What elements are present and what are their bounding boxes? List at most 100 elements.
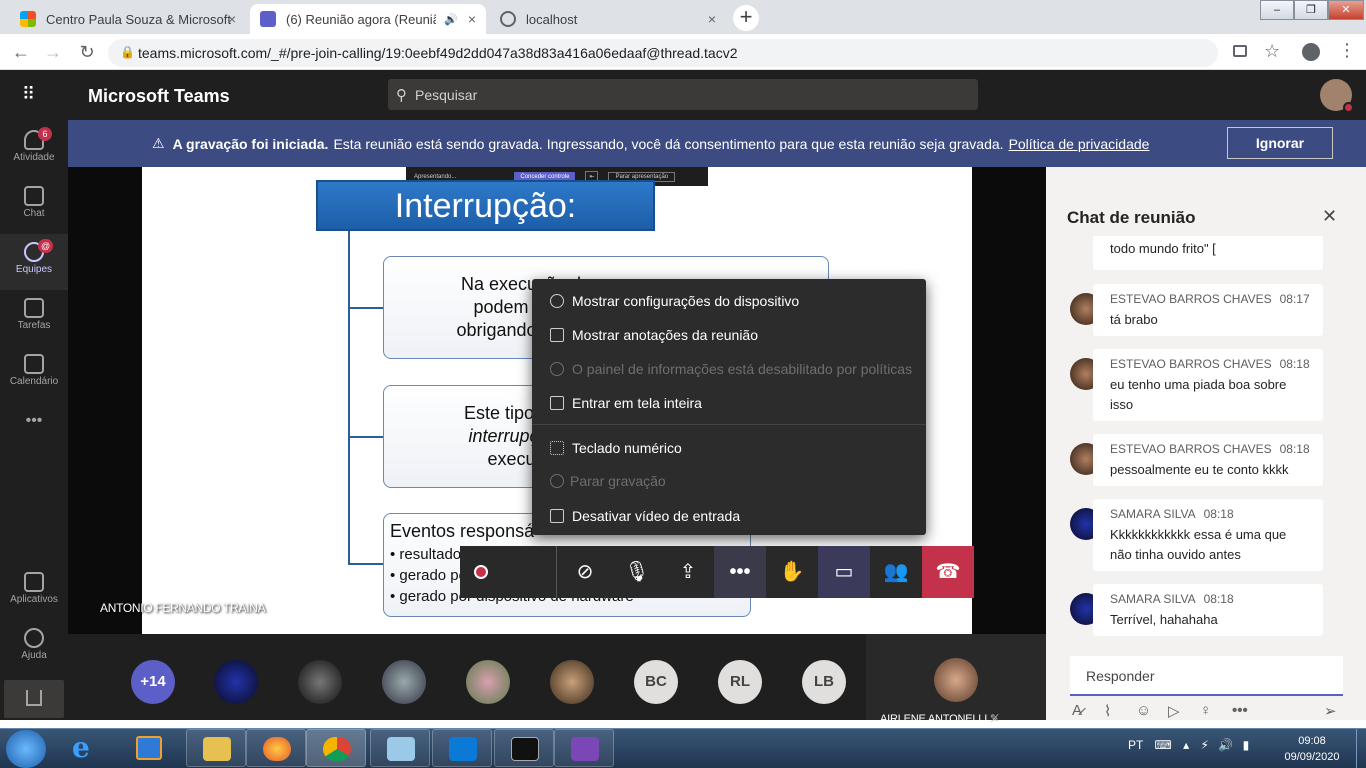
- rail-item-equipes[interactable]: @ Equipes: [0, 234, 68, 290]
- bookmark-star-icon[interactable]: ☆: [1264, 41, 1280, 62]
- menu-item-dial-pad[interactable]: Teclado numérico: [532, 435, 926, 461]
- taskbar-explorer[interactable]: [186, 729, 246, 767]
- browser-tab-reuniao[interactable]: (6) Reunião agora (Reunião) 🔊 ×: [250, 4, 486, 34]
- praise-icon[interactable]: ♀: [1200, 702, 1211, 719]
- taskbar-terminal[interactable]: [494, 729, 554, 767]
- reply-input[interactable]: Responder: [1070, 656, 1343, 696]
- privacy-policy-link[interactable]: Política de privacidade: [1009, 136, 1150, 152]
- media-player-icon[interactable]: [136, 736, 162, 760]
- giphy-icon[interactable]: ▷: [1168, 702, 1180, 720]
- blocked-popup-icon[interactable]: [1233, 45, 1247, 57]
- rail-label: Chat: [23, 208, 45, 219]
- presenting-status: Apresentando...: [414, 173, 457, 180]
- forward-arrow-icon[interactable]: →: [42, 42, 64, 63]
- menu-item-disable-incoming-video[interactable]: Desativar vídeo de entrada: [532, 503, 926, 529]
- power-icon[interactable]: ⚡: [1201, 738, 1209, 752]
- overflow-participants-badge[interactable]: +14: [131, 660, 175, 704]
- participant-initials-avatar[interactable]: RL: [718, 660, 762, 704]
- windows-start-button[interactable]: [6, 730, 46, 768]
- share-tray-icon[interactable]: ⇪: [662, 546, 714, 598]
- taskbar-chrome[interactable]: [306, 729, 366, 767]
- apps-icon: [24, 572, 44, 592]
- participant-avatar[interactable]: [298, 660, 342, 704]
- taskbar-notepad[interactable]: [370, 729, 430, 767]
- new-tab-button[interactable]: +: [733, 5, 759, 31]
- internet-explorer-icon[interactable]: e: [72, 731, 90, 764]
- menu-item-fullscreen[interactable]: Entrar em tela inteira: [532, 390, 926, 416]
- menu-item-label: Mostrar configurações do dispositivo: [572, 293, 800, 309]
- tab-close-icon[interactable]: ×: [468, 11, 476, 27]
- menu-item-info-panel-disabled: O painel de informações está desabilitad…: [532, 356, 926, 382]
- volume-icon[interactable]: 🔊: [1218, 738, 1233, 752]
- rail-item-ajuda[interactable]: Ajuda: [0, 620, 68, 676]
- participant-avatar[interactable]: [382, 660, 426, 704]
- attach-icon[interactable]: ⌇: [1104, 702, 1111, 720]
- menu-item-meeting-notes[interactable]: Mostrar anotações da reunião: [532, 322, 926, 348]
- maximize-button[interactable]: ❐: [1294, 0, 1328, 20]
- camera-off-icon[interactable]: ⊘: [559, 546, 611, 598]
- emoji-icon[interactable]: ☺: [1136, 702, 1151, 719]
- taskbar-firefox[interactable]: [246, 729, 306, 767]
- close-window-button[interactable]: ✕: [1328, 0, 1364, 20]
- close-icon[interactable]: ✕: [1322, 206, 1337, 227]
- rail-item-calendario[interactable]: Calendário: [0, 346, 68, 402]
- hang-up-button[interactable]: ☎: [922, 546, 974, 598]
- raise-hand-icon[interactable]: ✋: [766, 546, 818, 598]
- rail-item-aplicativos[interactable]: Aplicativos: [0, 564, 68, 620]
- taskbar-vscode[interactable]: [432, 729, 492, 767]
- user-avatar[interactable]: [1320, 79, 1354, 113]
- keyboard-icon[interactable]: ⌨: [1154, 738, 1171, 752]
- folder-icon: [203, 737, 231, 761]
- participants-icon[interactable]: 👥: [870, 546, 922, 598]
- show-desktop-button[interactable]: [1356, 729, 1366, 768]
- address-bar[interactable]: 🔒 teams.microsoft.com/_#/pre-join-callin…: [108, 39, 1218, 67]
- featured-participant-tile[interactable]: AIRLENE ANTONELLI ✎̸: [866, 634, 1046, 725]
- reload-icon[interactable]: ↻: [76, 42, 98, 63]
- minimize-button[interactable]: –: [1260, 0, 1294, 20]
- chat-icon: [24, 186, 44, 206]
- globe-icon: [500, 11, 516, 27]
- profile-icon[interactable]: [1302, 43, 1320, 61]
- browser-tab-centro-paula-souza[interactable]: Centro Paula Souza & Microsoft ×: [10, 4, 246, 34]
- rail-label: Calendário: [9, 376, 59, 387]
- tab-close-icon[interactable]: ×: [708, 11, 716, 27]
- format-icon[interactable]: A̷: [1072, 702, 1082, 719]
- rail-item-atividade[interactable]: 6 Atividade: [0, 122, 68, 178]
- rail-item-chat[interactable]: Chat: [0, 178, 68, 234]
- menu-item-device-settings[interactable]: Mostrar configurações do dispositivo: [532, 288, 926, 314]
- speaker-audio-icon[interactable]: 🔊: [444, 13, 458, 26]
- browser-tab-localhost[interactable]: localhost ×: [490, 4, 726, 34]
- rail-more-apps[interactable]: •••: [0, 412, 68, 442]
- more-vertical-icon[interactable]: ⋮: [1338, 40, 1356, 61]
- message-text: pessoalmente eu te conto kkkk: [1110, 462, 1289, 477]
- network-icon[interactable]: ▮: [1243, 738, 1250, 752]
- send-icon[interactable]: ➢: [1324, 702, 1337, 720]
- participant-initials-avatar[interactable]: BC: [634, 660, 678, 704]
- download-app-button[interactable]: [4, 680, 64, 718]
- taskbar-visual-studio[interactable]: [554, 729, 614, 767]
- participant-initials-avatar[interactable]: LB: [802, 660, 846, 704]
- participant-avatar[interactable]: [550, 660, 594, 704]
- chat-toggle-icon[interactable]: ▭: [818, 546, 870, 598]
- search-input[interactable]: ⚲ Pesquisar: [388, 79, 978, 110]
- ignore-button[interactable]: Ignorar: [1227, 127, 1333, 159]
- back-arrow-icon[interactable]: ←: [10, 42, 32, 63]
- app-launcher-icon[interactable]: ⠿: [22, 84, 44, 104]
- language-indicator[interactable]: PT: [1128, 738, 1143, 752]
- more-actions-icon[interactable]: •••: [714, 546, 766, 598]
- control-divider: [556, 546, 557, 598]
- participant-avatar[interactable]: [214, 660, 258, 704]
- participant-avatar[interactable]: [466, 660, 510, 704]
- mic-muted-icon[interactable]: 🎙: [611, 546, 663, 598]
- mic-muted-icon: ✎̸: [989, 713, 999, 725]
- calendar-icon: [24, 354, 44, 374]
- more-options-icon[interactable]: •••: [1232, 702, 1248, 719]
- show-hidden-icons-icon[interactable]: ▴: [1183, 738, 1189, 752]
- taskbar-clock[interactable]: 09:08 09/09/2020: [1282, 733, 1342, 765]
- teams-logo-icon: [260, 11, 276, 27]
- tab-title: localhost: [526, 11, 578, 27]
- clock-date: 09/09/2020: [1284, 751, 1340, 763]
- notes-icon: [550, 328, 564, 342]
- rail-item-tarefas[interactable]: Tarefas: [0, 290, 68, 346]
- tab-close-icon[interactable]: ×: [228, 11, 236, 27]
